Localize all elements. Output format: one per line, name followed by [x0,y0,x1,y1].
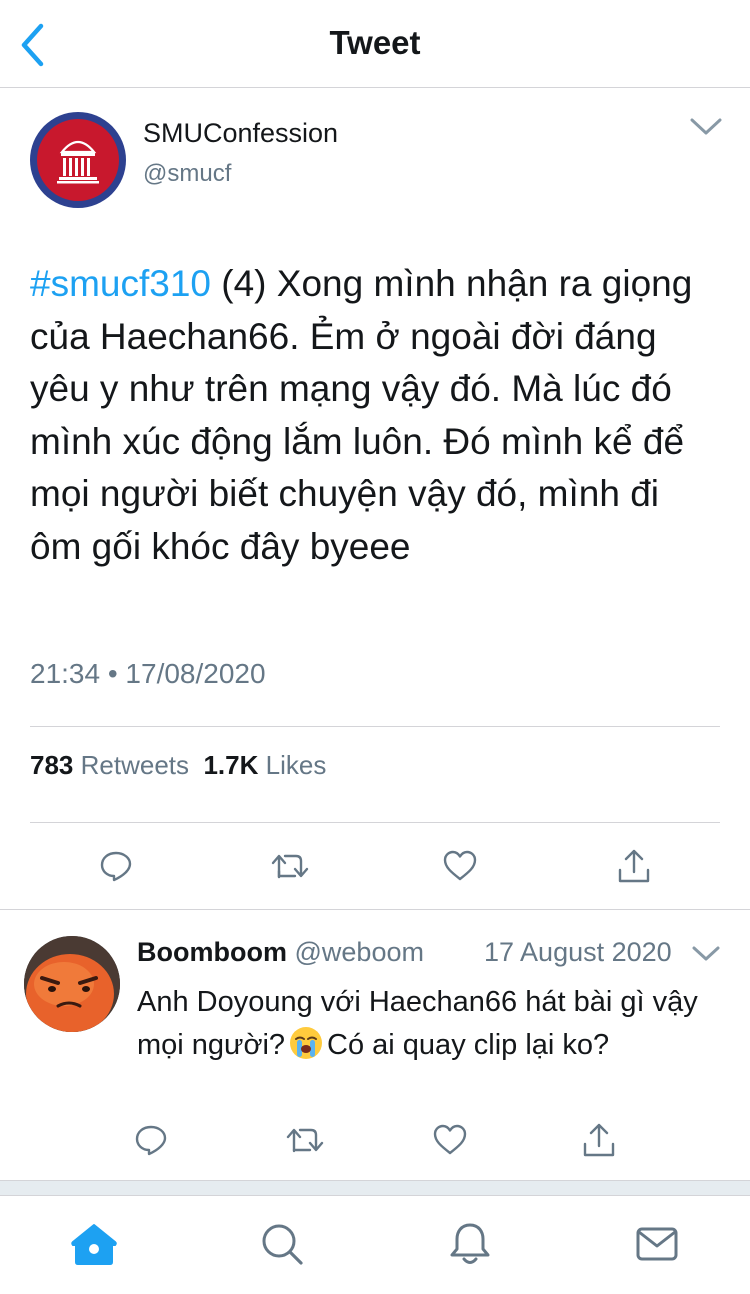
like-icon [443,850,477,881]
reply-text: Anh Doyoung với Haechan66 hát bài gì vậy… [137,986,698,1061]
reply-icon [135,1125,167,1156]
search-icon [262,1224,303,1265]
tweet-text: #smucf310 (4) Xong mình nhận ra giọng củ… [30,258,720,573]
reply-options-button[interactable] [690,941,722,967]
retweet-icon [271,854,309,879]
tweet-body: (4) Xong mình nhận ra giọng của Haechan6… [30,263,693,567]
chevron-down-icon [692,946,720,961]
likes-count[interactable]: 1.7K [203,750,258,781]
like-icon [433,1124,467,1155]
reply-date: 17 August 2020 [484,937,672,967]
page-title: Tweet [329,24,421,61]
hashtag-link[interactable]: #smucf310 [30,263,211,304]
avatar[interactable] [30,112,126,208]
home-icon [71,1224,117,1265]
angry-face-avatar-icon [24,936,120,1032]
retweet-icon [286,1128,324,1153]
author-handle[interactable]: @smucf [143,160,231,188]
tab-home[interactable] [66,1216,122,1272]
retweets-label[interactable]: Retweets [81,750,189,781]
reply-author[interactable]: Boomboom @weboom [137,937,424,968]
university-building-logo-icon [57,140,99,184]
share-button[interactable] [569,1110,629,1170]
share-icon [618,849,650,883]
chevron-down-icon [690,118,722,135]
retweet-button[interactable] [275,1110,335,1170]
avatar[interactable] [24,936,120,1032]
retweets-count[interactable]: 783 [30,750,73,781]
bottom-tab-bar [0,1195,750,1294]
tab-messages[interactable] [629,1216,685,1272]
reply-tweet: Boomboom @weboom 17 August 2020 Anh Doyo… [0,911,750,1181]
reply-button[interactable] [121,1110,181,1170]
main-tweet: SMUConfession @smucf #smucf310 (4) Xong … [0,88,750,910]
tab-search[interactable] [254,1216,310,1272]
top-navigation-bar: Tweet [0,0,750,88]
reply-icon [100,851,132,882]
tweet-stats: 783 Retweets 1.7K Likes [30,750,326,781]
tab-notifications[interactable] [442,1216,498,1272]
tweet-timestamp: 21:34 • 17/08/2020 [30,658,266,689]
divider [30,822,720,823]
like-button[interactable] [430,836,490,896]
divider [30,726,720,727]
author-display-name[interactable]: SMUConfession [143,118,338,149]
reply-button[interactable] [86,836,146,896]
share-icon [583,1123,615,1157]
retweet-button[interactable] [260,836,320,896]
reply-display-name[interactable]: Boomboom [137,937,287,967]
share-button[interactable] [604,836,664,896]
tweet-options-button[interactable] [688,112,724,142]
notifications-icon [450,1223,490,1264]
like-button[interactable] [420,1110,480,1170]
loudly-crying-face-emoji [290,1027,323,1059]
section-separator [0,1181,750,1195]
reply-handle[interactable]: @weboom [295,937,424,967]
messages-icon [636,1227,678,1261]
likes-label[interactable]: Likes [266,750,327,781]
